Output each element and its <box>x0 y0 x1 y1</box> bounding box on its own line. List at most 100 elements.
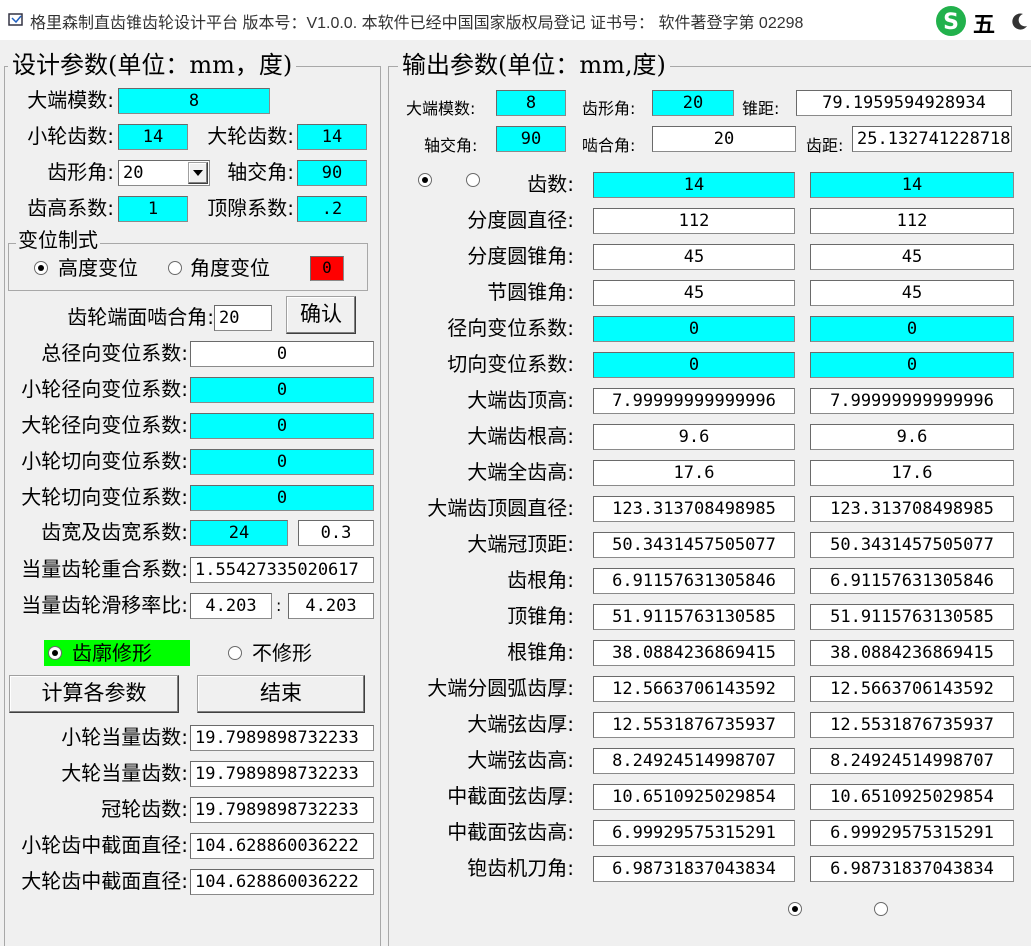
alpha-dropdown-button[interactable] <box>188 162 208 184</box>
shift-angle-label: 角度变位 <box>190 256 270 280</box>
profile-mod-radio[interactable] <box>48 646 62 660</box>
app-icon <box>8 13 23 26</box>
out-sigma-output: 90 <box>496 126 566 152</box>
output-row-pinion-value: 0 <box>593 316 795 342</box>
slip1-output: 4.203 <box>190 593 272 619</box>
out-cone-label: 锥距: <box>742 99 780 118</box>
sigma-input[interactable]: 90 <box>297 160 367 186</box>
title-bar: 格里森制直齿锥齿轮设计平台 版本号：V1.0.0. 本软件已经中国国家版权局登记… <box>0 0 1031 40</box>
c-input[interactable]: .2 <box>297 196 367 222</box>
overlap-label: 当量齿轮重合系数: <box>21 557 188 581</box>
face-angle-input[interactable]: 20 <box>214 305 272 331</box>
output-row-pinion-value: 8.24924514998707 <box>593 748 795 774</box>
end-button[interactable]: 结束 <box>197 675 365 713</box>
output-row-pinion-value: 6.98731837043834 <box>593 856 795 882</box>
output-row-pinion-value: 6.91157631305846 <box>593 568 795 594</box>
ime-mode[interactable]: 五 <box>973 7 995 39</box>
shift-height-radio[interactable] <box>34 261 48 275</box>
ha-input[interactable]: 1 <box>118 196 188 222</box>
output-row-pinion-value: 12.5531876735937 <box>593 712 795 738</box>
zv1-label: 小轮当量齿数: <box>61 725 188 749</box>
output-row-gear-value: 50.3431457505077 <box>810 532 1014 558</box>
overlap-output: 1.55427335020617 <box>190 557 374 583</box>
output-row-pinion-value: 9.6 <box>593 424 795 450</box>
dm2-output: 104.628860036222 <box>190 869 374 895</box>
out-cone-output: 79.1959594928934 <box>796 90 1012 116</box>
output-row-pinion-value: 10.6510925029854 <box>593 784 795 810</box>
calc-button[interactable]: 计算各参数 <box>9 675 179 713</box>
output-row-label: 切向变位系数: <box>447 352 574 376</box>
out-pitch-output: 25.132741228718 <box>852 126 1012 152</box>
slip2-output: 4.203 <box>288 593 374 619</box>
output-row-label: 铇齿机刀角: <box>467 856 574 880</box>
out-module-label: 大端模数: <box>406 99 476 118</box>
ime-toolbar[interactable]: S 五 <box>933 4 1031 38</box>
shift-angle-radio[interactable] <box>168 261 182 275</box>
output-row-pinion-value: 12.5663706143592 <box>593 676 795 702</box>
c-label: 顶隙系数: <box>207 196 294 220</box>
ha-label: 齿高系数: <box>27 196 114 220</box>
ime-moon-icon <box>1012 13 1027 30</box>
z1-input[interactable]: 14 <box>118 124 188 150</box>
output-row-label: 节圆锥角: <box>487 280 574 304</box>
x2t-input[interactable]: 0 <box>190 485 374 511</box>
output-row-label: 中截面弦齿厚: <box>447 784 574 808</box>
output-row-label: 分度圆直径: <box>467 208 574 232</box>
output-row-label: 大端齿顶高: <box>467 388 574 412</box>
dm1-label: 小轮齿中截面直径: <box>21 833 188 857</box>
sigma-label: 轴交角: <box>227 160 294 184</box>
chevron-down-icon <box>193 170 203 176</box>
output-row-label: 径向变位系数: <box>447 316 574 340</box>
slip-separator: : <box>276 596 282 615</box>
output-params-title: 输出参数(单位：mm,度) <box>398 50 670 80</box>
output-row-label: 大端弦齿高: <box>467 748 574 772</box>
output-row-pinion-value: 6.99929575315291 <box>593 820 795 846</box>
zc-label: 冠轮齿数: <box>101 797 188 821</box>
output-row-gear-value: 45 <box>810 280 1014 306</box>
output-row-label: 齿根角: <box>507 568 574 592</box>
shift-height-label: 高度变位 <box>58 256 138 280</box>
out-alpha-output: 20 <box>652 90 734 116</box>
output-row-gear-value: 6.98731837043834 <box>810 856 1014 882</box>
output-row-gear-value: 7.99999999999996 <box>810 388 1014 414</box>
out-module-output: 8 <box>496 90 566 116</box>
bottom-radio-1[interactable] <box>788 902 802 916</box>
output-row-pinion-value: 112 <box>593 208 795 234</box>
output-row-pinion-value: 0 <box>593 352 795 378</box>
output-row-label: 顶锥角: <box>507 604 574 628</box>
zv2-label: 大轮当量齿数: <box>61 761 188 785</box>
no-mod-label: 不修形 <box>252 641 312 665</box>
width-coef-input[interactable]: 0.3 <box>298 520 374 546</box>
output-row-pinion-value: 17.6 <box>593 460 795 486</box>
z2-label: 大轮齿数: <box>207 124 294 148</box>
out-mesh-label: 啮合角: <box>582 136 636 155</box>
output-row-gear-value: 6.99929575315291 <box>810 820 1014 846</box>
dm2-label: 大轮齿中截面直径: <box>21 869 188 893</box>
output-row-label: 大端分圆弧齿厚: <box>427 676 574 700</box>
slip-label: 当量齿轮滑移率比: <box>21 593 188 617</box>
output-row-label: 大端齿顶圆直径: <box>427 496 574 520</box>
x1t-input[interactable]: 0 <box>190 449 374 475</box>
x1r-input[interactable]: 0 <box>190 377 374 403</box>
output-row-gear-value: 6.91157631305846 <box>810 568 1014 594</box>
output-row-label: 大端弦齿厚: <box>467 712 574 736</box>
svg-text:S: S <box>943 10 959 35</box>
z2-input[interactable]: 14 <box>297 124 367 150</box>
output-row-label: 齿数: <box>527 172 574 196</box>
output-row-label: 大端齿根高: <box>467 424 574 448</box>
total-radial-input[interactable]: 0 <box>190 341 374 367</box>
module-input[interactable]: 8 <box>118 88 270 114</box>
output-row-label: 根锥角: <box>507 640 574 664</box>
ime-logo-icon: S <box>936 6 966 36</box>
x2r-input[interactable]: 0 <box>190 413 374 439</box>
no-mod-radio[interactable] <box>228 646 242 660</box>
confirm-button[interactable]: 确认 <box>286 296 356 334</box>
output-row-label: 大端全齿高: <box>467 460 574 484</box>
dm1-output: 104.628860036222 <box>190 833 374 859</box>
bottom-radio-2[interactable] <box>874 902 888 916</box>
width-label: 齿宽及齿宽系数: <box>41 520 188 544</box>
output-row-gear-value: 10.6510925029854 <box>810 784 1014 810</box>
width-input[interactable]: 24 <box>190 520 288 546</box>
output-row-label: 大端冠顶距: <box>467 532 574 556</box>
output-row-pinion-value: 38.0884236869415 <box>593 640 795 666</box>
